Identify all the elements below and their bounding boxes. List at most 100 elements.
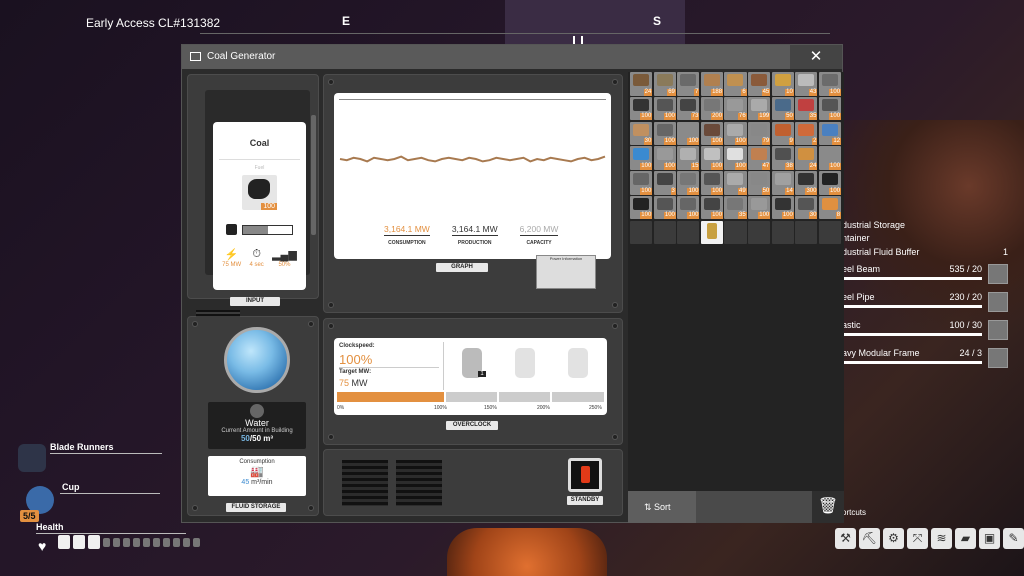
inventory-slot[interactable]: 100	[630, 195, 653, 220]
inventory-slot[interactable]: 100	[653, 195, 676, 220]
inventory-slot-empty[interactable]	[724, 220, 747, 245]
inventory-slot-empty[interactable]	[653, 220, 676, 245]
target-mw-number[interactable]: 75	[339, 378, 349, 388]
item-icon	[750, 74, 767, 86]
inventory-slot[interactable]: 100	[677, 195, 700, 220]
fuel-slot[interactable]: 100	[242, 175, 277, 210]
inventory-slot[interactable]: 100	[747, 195, 771, 220]
shortcut-foundation-icon[interactable]: ▰	[955, 528, 976, 549]
inventory-slot[interactable]: 24	[795, 146, 818, 170]
inventory-slot[interactable]: 24	[630, 72, 653, 96]
target-mw-value: 75 MW	[339, 378, 368, 388]
inventory-slot[interactable]: 200	[700, 96, 724, 121]
shortcut-splitter-icon[interactable]: ⤧	[907, 528, 928, 549]
inventory-slot[interactable]: 35	[724, 195, 747, 220]
inventory-slot[interactable]: 50	[771, 96, 794, 121]
inventory-slot[interactable]: 100	[818, 171, 842, 195]
inventory-slot[interactable]: 7	[677, 72, 700, 96]
item-icon	[727, 123, 744, 136]
inventory-slot[interactable]: 100	[724, 146, 747, 170]
inventory-slot[interactable]: 10	[771, 72, 794, 96]
inventory-slot[interactable]: 100	[653, 96, 676, 121]
inventory-slot[interactable]: 2	[795, 121, 818, 146]
inventory-slot[interactable]: 30	[795, 195, 818, 220]
inventory-slot[interactable]: 100	[630, 146, 653, 170]
inventory-slot[interactable]: 100	[818, 72, 842, 96]
inventory-slot-empty[interactable]	[630, 220, 653, 245]
shard-slot-1[interactable]: 1	[452, 342, 492, 386]
inventory-slot[interactable]: 8	[818, 195, 842, 220]
inventory-slot[interactable]: 50	[747, 171, 771, 195]
inventory-slot[interactable]: 100	[677, 171, 700, 195]
inventory-slot[interactable]: 69	[653, 72, 676, 96]
inventory-slot[interactable]: 100	[724, 121, 747, 146]
item-count: 30	[643, 138, 653, 146]
inventory-slot[interactable]: 300	[795, 171, 818, 195]
inventory-slot[interactable]: 100	[700, 146, 724, 170]
inventory-slot[interactable]: 100	[700, 171, 724, 195]
item-count: 100	[663, 212, 676, 220]
inventory-slot[interactable]: 100	[677, 121, 700, 146]
inventory-slot[interactable]: 49	[724, 171, 747, 195]
item-count: 24	[643, 88, 653, 96]
inventory-slot[interactable]: 199	[747, 96, 771, 121]
clockspeed-value[interactable]: 100%	[339, 352, 372, 367]
shortcut-constructor-icon[interactable]: ⚙	[883, 528, 904, 549]
inventory-slot[interactable]: 76	[724, 96, 747, 121]
inventory-slot-empty[interactable]	[747, 220, 771, 245]
inventory-slot-selected[interactable]	[700, 220, 724, 245]
shortcut-storage-icon[interactable]: ▣	[979, 528, 1000, 549]
inventory-slot[interactable]: 100	[630, 171, 653, 195]
inventory-slot[interactable]: 38	[771, 146, 794, 170]
shard-slot-2[interactable]	[505, 342, 545, 386]
shortcut-hammer-icon[interactable]: ⚒	[835, 528, 856, 549]
inventory-slot-empty[interactable]	[818, 220, 842, 245]
standby-switch[interactable]	[568, 458, 602, 492]
inventory-slot[interactable]: 100	[630, 96, 653, 121]
inventory-slot[interactable]: 12	[818, 121, 842, 146]
inventory-slot[interactable]: 100	[818, 146, 842, 170]
inventory-slot[interactable]: 14	[771, 171, 794, 195]
clockspeed-slider[interactable]	[337, 392, 604, 402]
trash-icon[interactable]: 🗑	[812, 491, 844, 523]
inventory-slot-empty[interactable]	[771, 220, 794, 245]
close-button[interactable]: ✕	[790, 45, 842, 69]
fluid-name: Water	[245, 418, 269, 428]
capacity-value: 6,200 MW	[519, 224, 559, 236]
inventory-slot[interactable]: 3	[653, 171, 676, 195]
shard-slot-3[interactable]	[558, 342, 598, 386]
inventory-slot-empty[interactable]	[795, 220, 818, 245]
inventory-slot-empty[interactable]	[677, 220, 700, 245]
inventory-slot[interactable]: 43	[795, 72, 818, 96]
inventory-slot[interactable]: 30	[630, 121, 653, 146]
item-count: 100	[640, 187, 653, 195]
divider	[60, 493, 160, 494]
resource-icon	[988, 264, 1008, 284]
shortcut-miner-icon[interactable]: ⛏	[859, 528, 880, 549]
item-count: 43	[808, 88, 818, 96]
inventory-slot[interactable]: 100	[653, 146, 676, 170]
shortcut-tools-icon[interactable]: ✎	[1003, 528, 1024, 549]
storage-item-1: dustrial Storage	[842, 220, 906, 230]
inventory-slot[interactable]: 73	[677, 96, 700, 121]
inventory-slot[interactable]: 100	[818, 96, 842, 121]
inventory-slot[interactable]: 47	[747, 146, 771, 170]
inventory-slot[interactable]: 100	[700, 121, 724, 146]
item-count: 35	[808, 113, 818, 121]
shortcut-wifi-icon[interactable]: ≋	[931, 528, 952, 549]
sort-button[interactable]: ⇅ Sort	[628, 491, 696, 523]
inventory-slot[interactable]: 100	[653, 121, 676, 146]
item-icon	[703, 173, 720, 186]
inventory-slot[interactable]: 45	[747, 72, 771, 96]
inventory-slot[interactable]: 15	[677, 146, 700, 170]
inventory-slot[interactable]: 6	[724, 72, 747, 96]
inventory-slot[interactable]: 100	[771, 195, 794, 220]
item-count: 38	[785, 162, 794, 170]
inventory-slot[interactable]: 35	[795, 96, 818, 121]
inventory-slot[interactable]: 188	[700, 72, 724, 96]
inventory-slot[interactable]: 100	[700, 195, 724, 220]
item-icon	[774, 173, 791, 186]
item-icon	[680, 197, 697, 210]
inventory-slot[interactable]: 9	[771, 121, 794, 146]
inventory-slot[interactable]: 79	[747, 121, 771, 146]
